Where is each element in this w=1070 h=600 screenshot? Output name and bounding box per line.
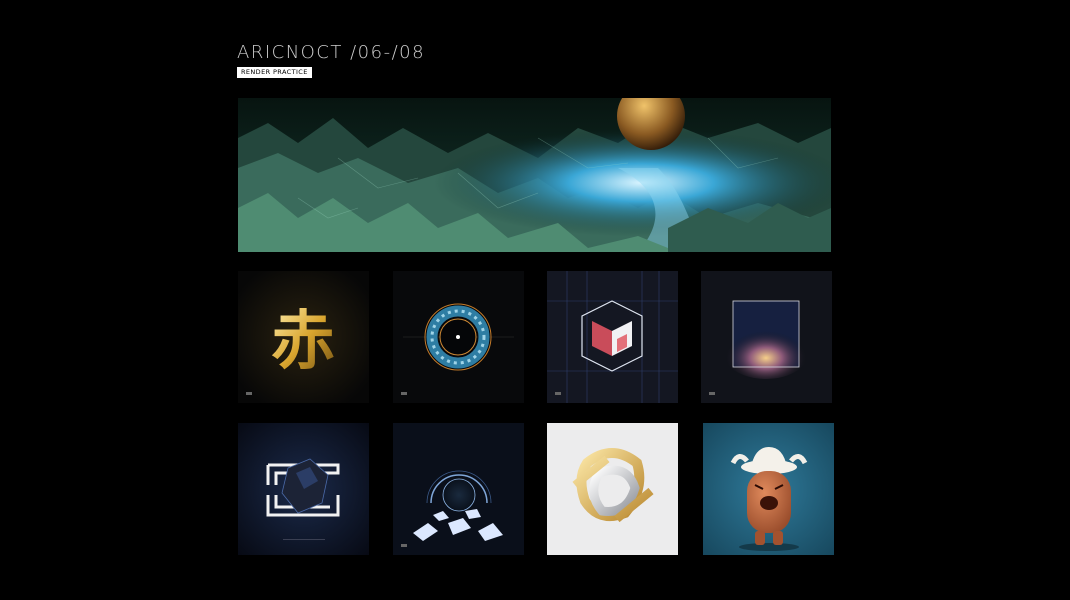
page-title: ARICNOCT /06-/08 <box>237 42 426 63</box>
metal-knot-image <box>547 423 678 555</box>
thumbnail-1[interactable]: 赤 <box>238 271 369 403</box>
thumbnail-3[interactable] <box>547 271 678 403</box>
nebula-frame-image <box>701 271 832 403</box>
rock-frame-image <box>238 423 369 555</box>
svg-text:赤: 赤 <box>271 305 335 379</box>
fractal-landscape-image <box>238 98 831 252</box>
golden-kanji-image: 赤 <box>238 271 369 403</box>
thumbnail-8[interactable] <box>703 423 834 555</box>
thumbnail-2[interactable] <box>393 271 524 403</box>
glowing-sphere-image <box>393 423 524 555</box>
prism-cube-image <box>547 271 678 403</box>
thumbnail-5[interactable] <box>238 423 369 555</box>
hero-image[interactable] <box>238 98 831 252</box>
thumbnail-4[interactable] <box>701 271 832 403</box>
thumbnail-6[interactable] <box>393 423 524 555</box>
category-tag: RENDER PRACTICE <box>237 67 312 78</box>
jeweled-ring-image <box>393 271 524 403</box>
bull-character-image <box>703 423 834 555</box>
thumbnail-7[interactable] <box>547 423 678 555</box>
